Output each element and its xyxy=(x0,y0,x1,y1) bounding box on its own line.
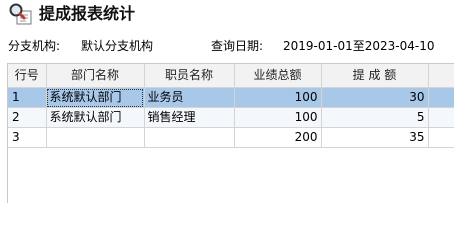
table-row[interactable]: 2 系统默认部门 销售经理 100 5 xyxy=(8,107,454,128)
table-row-total[interactable]: 3 200 35 xyxy=(8,127,454,148)
col-header-filler xyxy=(428,64,454,88)
cell-commission[interactable]: 35 xyxy=(321,127,429,148)
table-header-row: 行号 部门名称 职员名称 业绩总额 提 成 额 xyxy=(8,64,454,88)
cell-commission[interactable]: 5 xyxy=(321,107,429,128)
title-bar: 提成报表统计 xyxy=(0,0,454,30)
cell-row-number[interactable]: 1 xyxy=(8,87,47,108)
date-label: 查询日期: xyxy=(211,39,264,53)
cell-department[interactable]: 系统默认部门 xyxy=(46,87,145,108)
cell-department[interactable]: 系统默认部门 xyxy=(46,107,145,128)
branch-label: 分支机构: xyxy=(8,39,61,53)
col-header-total-sales[interactable]: 业绩总额 xyxy=(234,64,322,88)
cell-filler xyxy=(428,127,454,148)
page-title: 提成报表统计 xyxy=(39,4,136,23)
report-table: 行号 部门名称 职员名称 业绩总额 提 成 额 1 系统默认部门 业务员 100… xyxy=(8,64,454,148)
cell-total-sales[interactable]: 200 xyxy=(234,127,322,148)
magnifier-report-icon xyxy=(8,3,34,25)
date-range-value: 2019-01-01至2023-04-10 xyxy=(283,39,435,53)
cell-total-sales[interactable]: 100 xyxy=(234,107,322,128)
col-header-department[interactable]: 部门名称 xyxy=(46,64,145,88)
cell-filler xyxy=(428,87,454,108)
table-row[interactable]: 1 系统默认部门 业务员 100 30 xyxy=(8,87,454,108)
cell-employee[interactable]: 业务员 xyxy=(144,87,235,108)
cell-commission[interactable]: 30 xyxy=(321,87,429,108)
filter-bar: 分支机构: 默认分支机构 查询日期: 2019-01-01至2023-04-10 xyxy=(0,36,454,56)
col-header-employee[interactable]: 职员名称 xyxy=(144,64,235,88)
cell-total-sales[interactable]: 100 xyxy=(234,87,322,108)
cell-employee[interactable] xyxy=(144,127,235,148)
branch-value: 默认分支机构 xyxy=(81,39,154,53)
cell-row-number[interactable]: 2 xyxy=(8,107,47,128)
cell-row-number[interactable]: 3 xyxy=(8,127,47,148)
report-grid[interactable]: 行号 部门名称 职员名称 业绩总额 提 成 额 1 系统默认部门 业务员 100… xyxy=(7,63,454,203)
col-header-row-number[interactable]: 行号 xyxy=(8,64,47,88)
cell-filler xyxy=(428,107,454,128)
cell-employee[interactable]: 销售经理 xyxy=(144,107,235,128)
col-header-commission[interactable]: 提 成 额 xyxy=(321,64,429,88)
cell-department[interactable] xyxy=(46,127,145,148)
